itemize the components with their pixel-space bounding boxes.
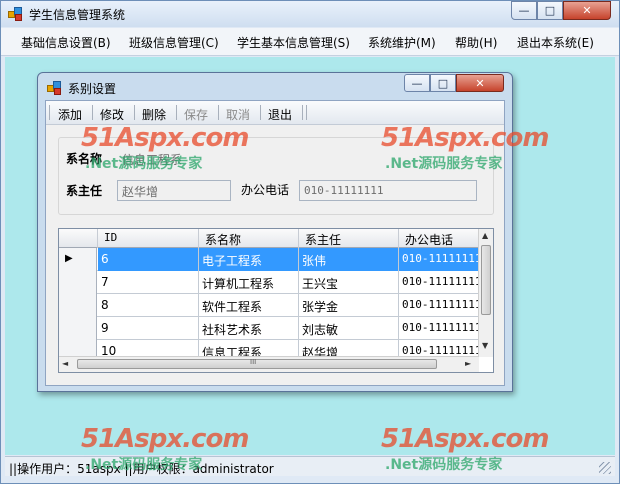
row-header[interactable] <box>59 271 97 294</box>
menu-bar: 基础信息设置(B) 班级信息管理(C) 学生基本信息管理(S) 系统维护(M) … <box>1 28 619 56</box>
dialog-minimize-icon[interactable]: — <box>404 74 430 92</box>
scroll-left-icon[interactable]: ◄ <box>62 359 68 368</box>
dialog-maximize-icon[interactable]: □ <box>430 74 456 92</box>
column-header-phone[interactable]: 办公电话 <box>399 229 479 248</box>
table-row[interactable]: 9 社科艺术系 刘志敏 010-11111111 <box>59 317 479 340</box>
menu-class-management[interactable]: 班级信息管理(C) <box>129 34 219 51</box>
horizontal-scrollbar[interactable]: ◄ III ► <box>59 356 479 372</box>
head-label: 系主任 <box>66 184 103 198</box>
head-field[interactable]: 赵华增 <box>117 180 231 201</box>
save-button[interactable]: 保存 <box>184 106 208 123</box>
column-header-head[interactable]: 系主任 <box>299 229 399 248</box>
cell-id[interactable]: 9 <box>98 317 199 340</box>
scroll-grip-icon: III <box>250 358 257 366</box>
delete-button[interactable]: 删除 <box>142 106 166 123</box>
vertical-scrollbar[interactable]: ▲ ▼ <box>478 229 493 357</box>
cell-id[interactable]: 6 <box>98 248 199 271</box>
cell-name[interactable]: 软件工程系 <box>199 294 299 317</box>
app-title: 学生信息管理系统 <box>29 8 126 22</box>
toolbar-separator <box>302 105 303 120</box>
scroll-down-icon[interactable]: ▼ <box>482 341 488 350</box>
cell-phone[interactable]: 010-11111111 <box>399 294 479 317</box>
cell-phone[interactable]: 010-11111111 <box>399 317 479 340</box>
cell-id[interactable]: 8 <box>98 294 199 317</box>
toolbar-separator <box>260 105 261 120</box>
toolbar-separator <box>134 105 135 120</box>
grid-header: ID 系名称 系主任 办公电话 <box>59 229 479 248</box>
maximize-icon[interactable]: □ <box>537 1 563 20</box>
app-titlebar[interactable]: 学生信息管理系统 — □ ✕ <box>1 1 619 27</box>
menu-basic-settings[interactable]: 基础信息设置(B) <box>21 34 111 51</box>
department-grid[interactable]: ID 系名称 系主任 办公电话 ▶ 6 电子工程系 张伟 010-1111111… <box>58 228 494 373</box>
dialog-body: 添加 修改 删除 保存 取消 退出 系名称 信息工程系 系主任 赵华增 办公电话 <box>45 100 505 386</box>
department-info-group: 系名称 信息工程系 系主任 赵华增 办公电话 010-11111111 <box>58 137 494 215</box>
toolbar-separator <box>218 105 219 120</box>
menu-exit-system[interactable]: 退出本系统(E) <box>517 34 594 51</box>
cell-id[interactable]: 7 <box>98 271 199 294</box>
minimize-icon[interactable]: — <box>511 1 537 20</box>
toolbar-grip <box>49 105 50 120</box>
cell-head[interactable]: 王兴宝 <box>299 271 399 294</box>
status-text: ||操作用户：51aspx ||用户权限：administrator <box>9 462 274 476</box>
main-window: 学生信息管理系统 — □ ✕ 基础信息设置(B) 班级信息管理(C) 学生基本信… <box>0 0 620 484</box>
resize-grip-icon[interactable] <box>599 462 611 474</box>
edit-button[interactable]: 修改 <box>100 106 124 123</box>
table-row[interactable]: 7 计算机工程系 王兴宝 010-11111111 <box>59 271 479 294</box>
menu-help[interactable]: 帮助(H) <box>455 34 497 51</box>
dialog-titlebar[interactable]: 系别设置 — □ ✕ <box>38 73 512 99</box>
toolbar: 添加 修改 删除 保存 取消 退出 <box>46 101 504 125</box>
row-header[interactable]: ▶ <box>59 248 97 271</box>
row-header[interactable] <box>59 294 97 317</box>
dept-name-field[interactable]: 信息工程系 <box>117 148 227 169</box>
add-button[interactable]: 添加 <box>58 106 82 123</box>
cell-head[interactable]: 刘志敏 <box>299 317 399 340</box>
vertical-scroll-thumb[interactable] <box>481 245 491 315</box>
scroll-up-icon[interactable]: ▲ <box>482 231 488 240</box>
cancel-button[interactable]: 取消 <box>226 106 250 123</box>
cell-phone[interactable]: 010-11111111 <box>399 248 479 271</box>
column-header-name[interactable]: 系名称 <box>199 229 299 248</box>
cell-phone[interactable]: 010-11111111 <box>399 271 479 294</box>
cell-name[interactable]: 电子工程系 <box>199 248 299 271</box>
dialog-icon <box>47 81 63 95</box>
status-bar: ||操作用户：51aspx ||用户权限：administrator <box>5 456 615 476</box>
dialog-close-icon[interactable]: ✕ <box>456 74 504 92</box>
toolbar-separator <box>306 105 307 120</box>
department-settings-dialog: 系别设置 — □ ✕ 添加 修改 删除 保存 取消 退出 系名称 信息工程系 系… <box>37 72 513 392</box>
scroll-right-icon[interactable]: ► <box>465 359 471 368</box>
column-header-id[interactable]: ID <box>98 229 199 248</box>
close-icon[interactable]: ✕ <box>563 1 611 20</box>
horizontal-scroll-thumb[interactable]: III <box>77 358 437 369</box>
dialog-title: 系别设置 <box>68 82 117 96</box>
cell-name[interactable]: 计算机工程系 <box>199 271 299 294</box>
row-pointer-icon: ▶ <box>65 253 73 264</box>
menu-system-maintenance[interactable]: 系统维护(M) <box>368 34 436 51</box>
phone-label: 办公电话 <box>241 183 290 197</box>
phone-field[interactable]: 010-11111111 <box>299 180 477 201</box>
cell-head[interactable]: 张学金 <box>299 294 399 317</box>
table-row[interactable]: 8 软件工程系 张学金 010-11111111 <box>59 294 479 317</box>
exit-button[interactable]: 退出 <box>268 106 292 123</box>
toolbar-separator <box>176 105 177 120</box>
table-row[interactable]: ▶ 6 电子工程系 张伟 010-11111111 <box>59 248 479 271</box>
app-icon <box>8 7 24 21</box>
row-header[interactable] <box>59 317 97 340</box>
dept-name-label: 系名称 <box>66 152 103 166</box>
cell-name[interactable]: 社科艺术系 <box>199 317 299 340</box>
menu-student-info[interactable]: 学生基本信息管理(S) <box>237 34 350 51</box>
cell-head[interactable]: 张伟 <box>299 248 399 271</box>
toolbar-separator <box>92 105 93 120</box>
row-header-corner <box>59 229 98 248</box>
